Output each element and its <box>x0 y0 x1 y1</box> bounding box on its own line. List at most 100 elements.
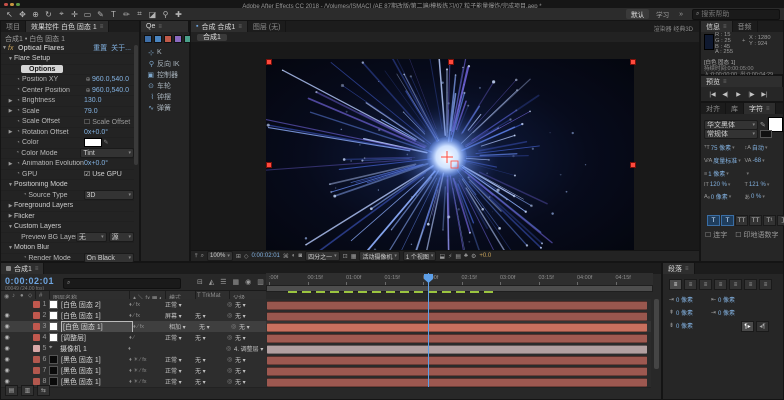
selection-handle[interactable] <box>266 59 272 65</box>
twirl-icon[interactable]: ▼ <box>7 56 14 62</box>
grid-guides-icon[interactable]: ⊞ <box>236 253 241 260</box>
mode-dropdown[interactable]: 屏幕 ▾ <box>165 311 195 320</box>
tab-character-2[interactable]: 字符≡ <box>744 103 776 114</box>
parent-dropdown[interactable]: 无 ▾ <box>235 300 266 309</box>
align-button-3[interactable]: ≡ <box>714 279 727 290</box>
layer-label-chip[interactable] <box>33 312 40 319</box>
align-button-0[interactable]: ≡ <box>669 279 682 290</box>
parent-pickwhip-icon[interactable]: ◎ <box>227 378 235 385</box>
window-minimize-button[interactable] <box>10 3 14 7</box>
leading-field[interactable]: ↕A自动▾ <box>745 143 783 152</box>
layer-duration-bar[interactable] <box>267 378 647 387</box>
tab-character-0[interactable]: 对齐 <box>701 103 726 114</box>
layer-duration-bar[interactable] <box>267 356 647 365</box>
visibility-eye-icon[interactable]: ◉ <box>3 334 11 341</box>
effect-row-1[interactable]: Options <box>1 65 134 76</box>
zoom-level-dropdown[interactable]: 100%▾ <box>207 251 233 261</box>
layer-name[interactable]: [黑色 固态 1] <box>61 355 129 365</box>
baseline-shift-field-value[interactable]: 0 像素 <box>711 192 728 201</box>
property-dropdown[interactable]: 3D▾ <box>84 190 134 200</box>
tracking-field[interactable]: VA-68▾ <box>745 156 783 165</box>
selection-handle[interactable] <box>630 59 636 65</box>
window-close-button[interactable] <box>4 3 8 7</box>
always-preview-icon[interactable]: ⫯ <box>195 253 198 260</box>
resolution-dropdown[interactable]: 四分之一▾ <box>305 251 340 261</box>
draft-3d-icon[interactable]: ◭ <box>209 278 214 286</box>
font-style-dropdown[interactable]: 常规体▾ <box>704 129 758 139</box>
visibility-eye-icon[interactable]: ◉ <box>3 378 11 385</box>
layer-switches[interactable]: ♦ ∕ <box>129 335 165 341</box>
layer-switches[interactable]: ♦ ☀ ∕ fx <box>129 368 165 374</box>
property-checkbox[interactable]: ☐ Scale Offset <box>84 118 130 126</box>
fast-preview-icon[interactable]: ⚡ <box>448 253 452 260</box>
indent-field-0[interactable]: ⇥0 像素 <box>669 295 703 304</box>
effect-row-11[interactable]: ◔GPU☑ Use GPU <box>1 170 134 181</box>
selection-handle[interactable] <box>448 59 454 65</box>
layer-label-chip[interactable] <box>33 301 40 308</box>
clone-stamp-tool[interactable]: ⌗ <box>133 9 146 19</box>
tab-script-panel[interactable]: Qe≡ <box>141 21 189 32</box>
property-value[interactable]: 0x+0.0° <box>84 129 108 136</box>
stroke-width-field[interactable]: ≡1 像素▾ <box>704 169 742 178</box>
eraser-tool[interactable]: ◪ <box>146 9 159 19</box>
tab-info-0[interactable]: 信息≡ <box>701 21 733 32</box>
tool-k[interactable]: ⊹K <box>144 47 187 58</box>
parent-dropdown[interactable]: 无 ▾ <box>235 355 266 364</box>
zoom-tool[interactable]: ⊕ <box>29 9 42 19</box>
script-toolbar-icon[interactable] <box>144 35 152 43</box>
workspace-tab-0[interactable]: 默认 <box>626 9 649 19</box>
panel-menu-icon[interactable]: ≡ <box>766 106 770 112</box>
comp-mini-flowchart-icon[interactable]: ⊟ <box>197 278 203 286</box>
parent-dropdown[interactable]: 无 ▾ <box>239 322 266 331</box>
horizontal-scale-field-value[interactable]: 121 % <box>749 182 766 188</box>
twirl-icon[interactable]: ▶ <box>7 108 14 114</box>
stopwatch-icon[interactable]: ◔ <box>14 140 22 146</box>
kerning-field-value[interactable]: 度量标准 <box>713 156 737 165</box>
trkmat-dropdown[interactable]: 无 ▾ <box>195 355 227 364</box>
rectangle-tool[interactable]: ▭ <box>81 9 94 19</box>
property-value[interactable]: 960.0,540.0 <box>92 87 129 94</box>
parent-pickwhip-icon[interactable]: ◎ <box>227 312 235 319</box>
tool-wheel[interactable]: ⊙车轮 <box>144 80 187 91</box>
visibility-eye-icon[interactable]: ◉ <box>3 312 11 319</box>
effect-reset-link[interactable]: 重置 <box>93 43 107 53</box>
visibility-eye-icon[interactable]: ◉ <box>3 356 11 363</box>
twirl-icon[interactable]: ▶ <box>7 129 14 135</box>
eyedropper-icon[interactable]: ✎ <box>102 139 110 146</box>
reset-exposure-icon[interactable]: ⚙ <box>471 253 476 260</box>
options-button[interactable]: Options <box>21 65 63 73</box>
panel-menu-icon[interactable]: ≡ <box>158 24 162 30</box>
tab-timeline-comp[interactable]: 合成1≡ <box>1 263 44 274</box>
tab-info-1[interactable]: 音频 <box>733 21 758 32</box>
mode-dropdown[interactable]: 正常 ▾ <box>165 300 195 309</box>
font-family-dropdown[interactable]: 华文黑体▾ <box>704 120 758 130</box>
effect-row-17[interactable]: Preview BG Layer无▾源▾ <box>1 233 134 244</box>
layer-track[interactable] <box>266 376 651 388</box>
panel-menu-icon[interactable]: ≡ <box>723 79 727 85</box>
layer-duration-bar[interactable] <box>267 312 647 321</box>
playhead-line[interactable] <box>428 273 429 387</box>
layer-duration-bar[interactable] <box>267 334 647 343</box>
stopwatch-icon[interactable]: ◔ <box>14 161 22 167</box>
property-checkbox[interactable]: ☑ Use GPU <box>84 170 122 178</box>
show-channel-icon[interactable]: ◙ <box>299 253 303 259</box>
property-dropdown[interactable]: Tint▾ <box>80 148 134 158</box>
font-size-field-value[interactable]: 75 像素 <box>711 143 731 152</box>
stopwatch-icon[interactable]: ◔ <box>14 150 22 156</box>
region-of-interest-icon[interactable]: ⊡ <box>343 253 348 260</box>
show-snapshot-icon[interactable]: ◐ <box>292 253 296 259</box>
tab-effect-controls[interactable]: 效果控件 白色 固态 1≡ <box>26 21 109 32</box>
mask-visibility-icon[interactable]: ◇ <box>244 253 249 260</box>
layer-label-chip[interactable] <box>33 378 40 385</box>
property-value[interactable]: 130.0 <box>84 97 102 104</box>
effect-row-2[interactable]: ◔Position XY⊕960.0,540.0 <box>1 75 134 86</box>
stopwatch-icon[interactable]: ◔ <box>14 87 22 93</box>
align-button-6[interactable]: ≡ <box>759 279 772 290</box>
mode-dropdown[interactable]: 正常 ▾ <box>165 333 195 342</box>
eyedropper-icon[interactable]: ✎ <box>760 121 766 129</box>
layer-switches[interactable]: ♦ ∕ fx <box>133 324 169 330</box>
stroke-style-dropdown[interactable]: ▾ <box>745 169 783 178</box>
transparency-grid-icon[interactable]: ▦ <box>351 253 357 260</box>
panel-menu-icon[interactable]: ≡ <box>35 266 39 272</box>
effect-row-7[interactable]: ▶◔Rotation Offset0x+0.0° <box>1 128 134 139</box>
